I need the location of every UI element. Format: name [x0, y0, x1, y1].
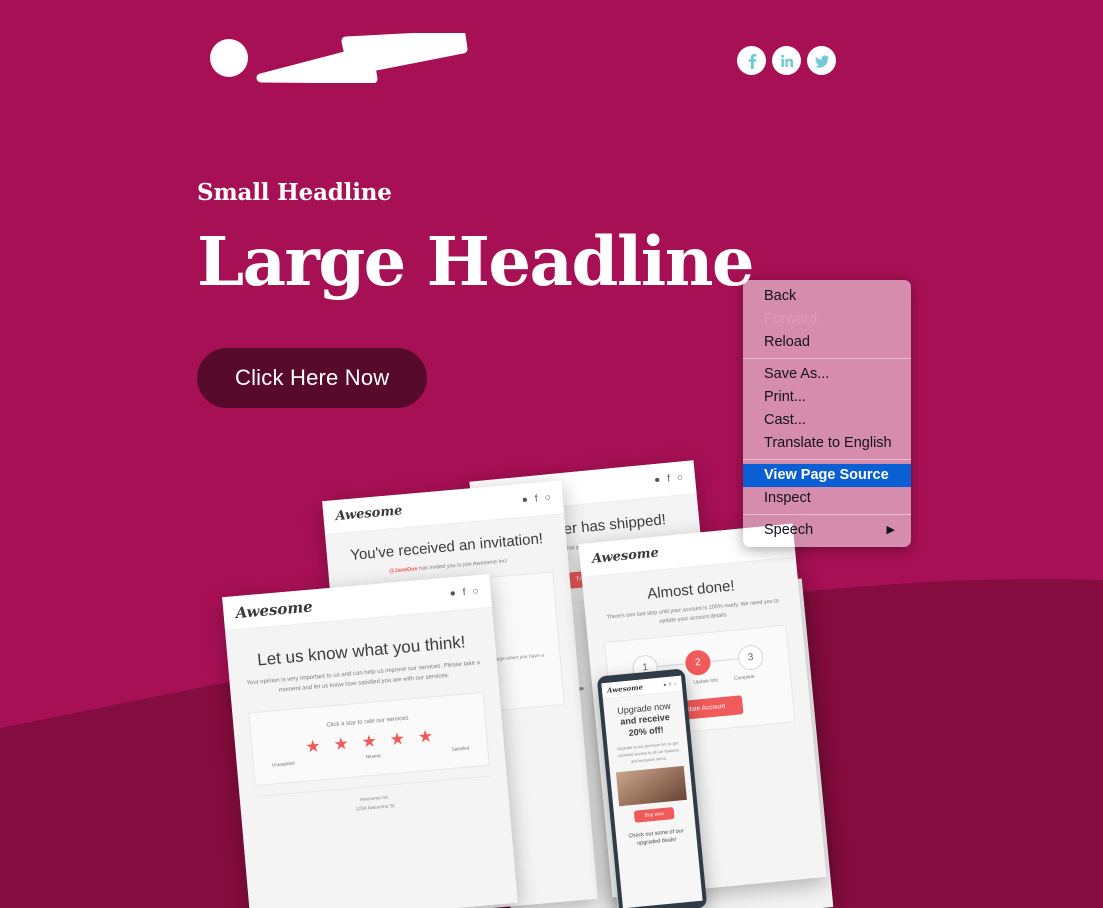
rss-icon: ○ — [544, 492, 552, 504]
facebook-icon[interactable] — [737, 46, 766, 75]
menu-item-save-as[interactable]: Save As... — [743, 363, 911, 386]
mockup-header-bar: Awesome ● f ○ — [469, 460, 697, 516]
menu-item-speech[interactable]: Speech ▶ — [743, 519, 911, 542]
facebook-icon: f — [666, 473, 671, 485]
brand-wordmark: Awesome — [334, 503, 403, 525]
menu-item-inspect[interactable]: Inspect — [743, 487, 911, 510]
menu-item-back[interactable]: Back — [743, 285, 911, 308]
large-headline: Large Headline — [197, 222, 755, 302]
menu-separator — [743, 514, 911, 515]
facebook-icon: f — [534, 493, 539, 505]
background-wave — [0, 579, 1103, 908]
small-headline: Small Headline — [197, 179, 392, 206]
mockup-social-icons: ● f ○ — [521, 492, 551, 505]
social-links — [737, 46, 836, 75]
rss-icon: ○ — [676, 472, 684, 484]
menu-item-cast[interactable]: Cast... — [743, 409, 911, 432]
lightning-bolt-logo[interactable] — [209, 30, 469, 84]
menu-item-translate[interactable]: Translate to English — [743, 432, 911, 455]
mockup-header-bar: Awesome ● f ○ — [322, 480, 565, 536]
cta-button[interactable]: Click Here Now — [197, 347, 428, 408]
menu-item-view-page-source[interactable]: View Page Source — [743, 464, 911, 487]
mockup-social-icons: ● f ○ — [654, 472, 684, 486]
twitter-icon[interactable] — [807, 46, 836, 75]
menu-item-forward: Forward — [764, 311, 818, 327]
menu-item-speech-label: Speech — [764, 522, 814, 538]
brand-wordmark: Awesome — [482, 483, 551, 505]
site-header — [0, 0, 1103, 120]
browser-context-menu[interactable]: Back Forward Reload Save As... Print... … — [743, 280, 911, 547]
menu-separator — [743, 358, 911, 359]
menu-item-print[interactable]: Print... — [743, 386, 911, 409]
linkedin-icon[interactable] — [772, 46, 801, 75]
hero-section: Small Headline Large Headline Click Here… — [197, 179, 755, 408]
landing-page: Small Headline Large Headline Click Here… — [0, 0, 1103, 908]
twitter-icon: ● — [521, 494, 529, 506]
mockup-title: Your order has shipped! — [507, 511, 667, 544]
menu-separator — [743, 459, 911, 460]
twitter-icon: ● — [653, 474, 661, 487]
menu-item-reload[interactable]: Reload — [743, 331, 911, 354]
submenu-arrow-icon: ▶ — [886, 524, 895, 536]
